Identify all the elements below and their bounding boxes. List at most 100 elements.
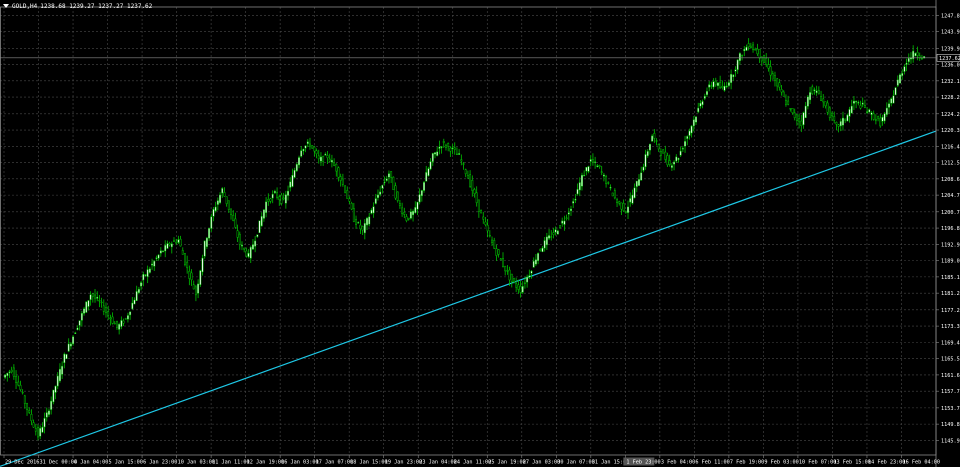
candle-bull [901, 73, 904, 76]
candle-bull [438, 146, 441, 149]
candle-bull [387, 173, 390, 178]
candle-bear [355, 219, 357, 225]
y-tick-label: 1157.70 [941, 389, 960, 395]
candle-bull [298, 157, 300, 166]
candle-bull [570, 208, 572, 211]
candle-bear [455, 153, 458, 156]
candle-bull [842, 117, 844, 126]
candle-bull [8, 371, 11, 373]
y-tick-label: 1228.20 [941, 95, 960, 101]
candle-bull [815, 90, 818, 93]
y-tick-label: 1153.70 [941, 406, 960, 412]
candle-bear [445, 144, 447, 148]
candle-bull [256, 234, 259, 237]
x-tick-label: 13 Feb 15:00 [833, 460, 870, 466]
y-tick-label: 1169.40 [941, 340, 960, 346]
candle-bull [736, 59, 739, 70]
candle-bull [850, 105, 853, 114]
candle-bear [232, 214, 235, 221]
candle-bull [76, 327, 79, 330]
candle-bull [846, 114, 849, 122]
candle-bull [258, 220, 261, 234]
candle-bear [315, 150, 318, 155]
candle-bear [278, 196, 281, 200]
candle-bull [284, 194, 287, 204]
candle-bear [780, 89, 783, 93]
candle-bull [304, 145, 307, 149]
candle-bear [920, 57, 923, 60]
candle-bull [249, 246, 252, 259]
candle-bear [175, 241, 178, 244]
candle-bear [473, 189, 476, 194]
candle-bull [6, 372, 9, 376]
candle-bull [649, 143, 651, 151]
trendline [0, 130, 937, 467]
candle-bear [824, 101, 827, 107]
candle-bear [499, 258, 502, 261]
candle-bull [157, 254, 160, 259]
x-tick-label: 25 Jan 19:00 [488, 460, 525, 466]
candle-bull [699, 102, 702, 107]
candle-bull [201, 257, 204, 273]
candle-bull [888, 103, 890, 108]
candle-bull [681, 148, 684, 150]
candle-bull [673, 161, 676, 165]
candle-bear [107, 311, 110, 316]
candle-bear [471, 180, 474, 191]
candle-bear [188, 270, 191, 279]
candle-bear [605, 176, 608, 185]
candle-bull [727, 82, 730, 86]
candle-bear [10, 369, 13, 373]
candle-bull [363, 223, 366, 234]
trendline-layer [0, 130, 937, 467]
candle-bear [460, 159, 463, 162]
candle-bull [151, 263, 154, 266]
candle-bull [914, 53, 917, 57]
candle-bull [56, 375, 59, 387]
candle-bull [804, 105, 807, 118]
y-tick-label: 1149.80 [941, 422, 960, 428]
candle-bear [662, 149, 665, 154]
candle-bull [745, 46, 748, 51]
candle-bull [578, 182, 581, 191]
candle-bull [78, 320, 81, 326]
candle-bear [464, 169, 467, 175]
candle-bear [874, 119, 877, 121]
candle-bull [412, 210, 415, 216]
candle-bull [247, 253, 250, 257]
candle-bull [703, 95, 706, 99]
candle-bull [695, 116, 697, 123]
candle-bull [554, 229, 557, 233]
candle-bear [795, 114, 798, 121]
candle-bull [324, 153, 327, 156]
candle-bear [245, 250, 248, 257]
candle-bear [122, 320, 125, 324]
candle-bull [802, 112, 805, 125]
candle-bear [390, 171, 393, 178]
price-chart[interactable]: 1247.80 1243.90 1239.90 1236.00 1232.10 1228.… [0, 0, 960, 467]
chevron-down-icon[interactable] [3, 4, 9, 8]
candle-bear [322, 156, 325, 162]
candle-bull [379, 191, 382, 195]
candle-bear [352, 208, 355, 222]
candle-bull [458, 153, 461, 155]
candle-bear [17, 381, 20, 386]
x-tick-label: 24 Jan 11:00 [454, 460, 491, 466]
candle-bear [105, 307, 107, 313]
candle-bull [885, 107, 888, 115]
candle-bear [37, 427, 39, 438]
candle-bear [767, 64, 770, 69]
candle-bear [591, 159, 594, 163]
candle-bull [894, 87, 897, 96]
candle-bull [144, 274, 147, 276]
candle-bull [712, 81, 715, 88]
candle-bear [668, 160, 671, 165]
candle-bull [48, 410, 50, 415]
candle-bull [730, 74, 733, 83]
candle-bull [892, 95, 895, 104]
candle-bear [488, 234, 491, 237]
candle-bull [635, 180, 638, 187]
x-tick-label: 18 Jan 15:00 [350, 460, 387, 466]
candle-bull [734, 69, 737, 72]
candle-bull [738, 53, 741, 61]
